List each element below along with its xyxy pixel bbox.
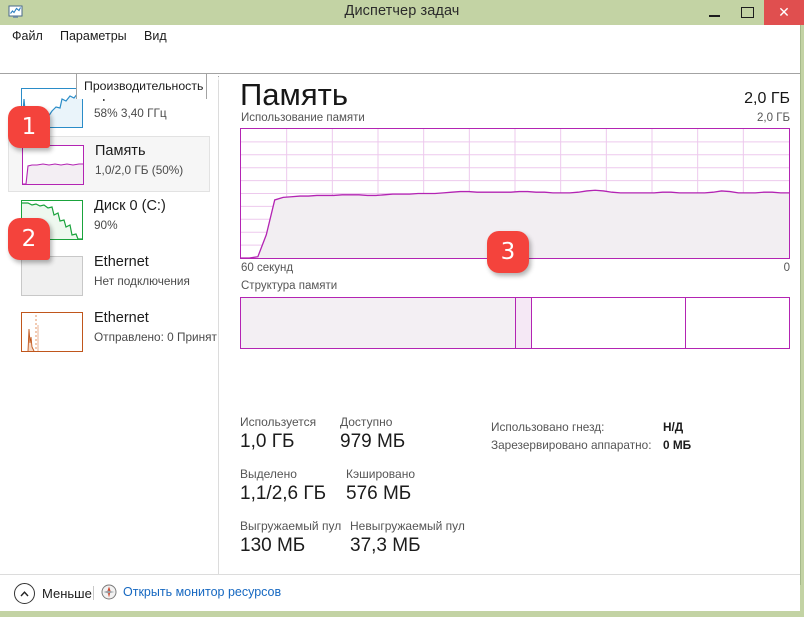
memory-detail-pane: Память 2,0 ГБ Использование памяти 2,0 Г… (219, 74, 800, 574)
detail-value-slots-used: Н/Д (663, 420, 684, 434)
ethernet-disconnected-thumbnail (21, 256, 83, 296)
graph-axis-right-label: 0 (783, 262, 790, 274)
composition-segment-modified (515, 298, 532, 348)
graph-max-value: 2,0 ГБ (757, 112, 790, 124)
open-resource-monitor-link[interactable]: Открыть монитор ресурсов (101, 584, 281, 600)
composition-segment-free (684, 298, 789, 348)
composition-segment-standby (531, 298, 685, 348)
stat-committed: Выделено 1,1/2,6 ГБ (240, 467, 326, 505)
graph-axis-left-label: 60 секунд (241, 262, 294, 274)
stat-label-cached: Кэшировано (346, 467, 416, 481)
status-bar: Меньше Открыть монитор ресурсов (0, 574, 800, 611)
minimize-icon (709, 15, 720, 17)
window-title: Диспетчер задач (344, 3, 460, 19)
detail-value-hw-reserved: 0 МБ (663, 438, 692, 452)
sidebar-item-label-ethernet-1: Ethernet (94, 254, 149, 270)
ethernet-active-thumbnail (21, 312, 83, 352)
stat-available: Доступно 979 МБ (340, 415, 405, 453)
sidebar-item-subtitle-memory: 1,0/2,0 ГБ (50%) (95, 163, 184, 177)
close-icon: ✕ (778, 4, 790, 21)
maximize-icon (741, 7, 754, 18)
client-area: Файл Параметры Вид Процессы Производител… (0, 25, 801, 611)
menu-item-file[interactable]: Файл (8, 29, 47, 43)
stat-value-nonpaged-pool: 37,3 МБ (350, 535, 421, 556)
stat-value-in-use: 1,0 ГБ (240, 431, 295, 452)
menu-item-view[interactable]: Вид (140, 29, 171, 43)
stat-label-paged-pool: Выгружаемый пул (240, 519, 342, 533)
stat-cached: Кэшировано 576 МБ (346, 467, 415, 505)
annotation-badge-3: 3 (487, 231, 529, 273)
menu-item-options[interactable]: Параметры (56, 29, 131, 43)
sidebar-item-label-ethernet-2: Ethernet (94, 310, 149, 326)
stat-value-committed: 1,1/2,6 ГБ (240, 483, 327, 504)
resource-list: ЦП 58% 3,40 ГГц Память 1,0/2,0 ГБ (50%) (0, 74, 218, 574)
total-memory-value: 2,0 ГБ (744, 90, 790, 107)
stat-label-available: Доступно (340, 415, 393, 429)
memory-composition-bar (240, 297, 790, 349)
open-resource-monitor-label: Открыть монитор ресурсов (123, 585, 282, 599)
task-manager-window: Диспетчер задач ✕ Файл Параметры Вид Про… (0, 0, 804, 617)
sidebar-item-subtitle-ethernet-2: Отправлено: 0 Принят (94, 330, 217, 344)
annotation-badge-1: 1 (8, 106, 50, 148)
close-button[interactable]: ✕ (764, 0, 804, 25)
minimize-button[interactable] (698, 0, 731, 25)
sidebar-item-label-memory: Память (95, 143, 146, 159)
stat-value-paged-pool: 130 МБ (240, 535, 306, 556)
sidebar-item-subtitle-cpu: 58% 3,40 ГГц (94, 106, 167, 120)
stat-in-use: Используется 1,0 ГБ (240, 415, 316, 453)
sidebar-item-ethernet-active[interactable]: Ethernet Отправлено: 0 Принят (8, 304, 217, 360)
graph-caption: Использование памяти (241, 112, 365, 124)
tab-performance[interactable]: Производительность (76, 73, 207, 99)
sidebar-item-label-disk: Диск 0 (C:) (94, 198, 166, 214)
chevron-up-icon (14, 583, 35, 604)
page-title: Память (240, 77, 348, 112)
title-bar: Диспетчер задач ✕ (0, 0, 804, 25)
menu-bar: Файл Параметры Вид (0, 25, 800, 49)
tab-strip: Процессы Производительность Журнал прило… (0, 50, 800, 99)
sidebar-item-subtitle-ethernet-1: Нет подключения (94, 274, 190, 288)
sidebar-item-subtitle-disk: 90% (94, 218, 118, 232)
fewer-details-button[interactable]: Меньше (14, 583, 92, 604)
status-divider (93, 586, 94, 600)
detail-label-slots-used: Использовано гнезд: (491, 420, 605, 434)
stat-nonpaged-pool: Невыгружаемый пул 37,3 МБ (350, 519, 465, 557)
stat-paged-pool: Выгружаемый пул 130 МБ (240, 519, 341, 557)
composition-caption: Структура памяти (241, 280, 338, 292)
stat-label-nonpaged-pool: Невыгружаемый пул (350, 519, 465, 533)
maximize-button[interactable] (731, 0, 764, 25)
stat-label-committed: Выделено (240, 467, 297, 481)
stat-value-cached: 576 МБ (346, 483, 412, 504)
stat-value-available: 979 МБ (340, 431, 406, 452)
memory-thumbnail (22, 145, 84, 185)
composition-segment-in-use (241, 298, 515, 348)
annotation-badge-2: 2 (8, 218, 50, 260)
stat-label-in-use: Используется (240, 415, 317, 429)
resource-monitor-icon (101, 584, 117, 600)
fewer-details-label: Меньше (42, 586, 92, 601)
detail-label-hw-reserved: Зарезервировано аппаратно: (491, 438, 652, 452)
